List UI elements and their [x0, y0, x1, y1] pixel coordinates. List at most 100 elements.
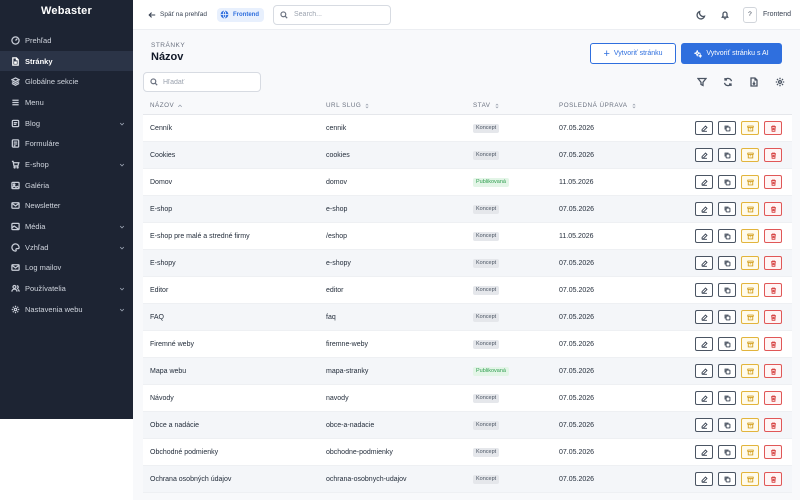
help-button[interactable]: ?	[742, 6, 757, 23]
cell-name[interactable]: Obchodné podmienky	[150, 449, 218, 456]
archive-button[interactable]	[741, 337, 759, 351]
create-page-ai-button[interactable]: Vytvoriť stránku s AI	[681, 43, 782, 64]
duplicate-button[interactable]	[718, 283, 736, 297]
duplicate-button[interactable]	[718, 391, 736, 405]
cell-name[interactable]: Domov	[150, 179, 172, 186]
theme-toggle-button[interactable]	[695, 9, 707, 21]
archive-button[interactable]	[741, 229, 759, 243]
sidebar-item-blog[interactable]: Blog	[0, 113, 133, 134]
cell-name[interactable]: E-shop	[150, 206, 172, 213]
edit-button[interactable]	[695, 364, 713, 378]
cell-name[interactable]: Cookies	[150, 152, 175, 159]
cell-name[interactable]: E-shopy	[150, 260, 176, 267]
global-search[interactable]	[272, 4, 391, 25]
archive-button[interactable]	[741, 121, 759, 135]
edit-button[interactable]	[695, 391, 713, 405]
table-row[interactable]: Cookies cookies Koncept 07.05.2026	[143, 142, 792, 169]
duplicate-button[interactable]	[718, 148, 736, 162]
delete-button[interactable]	[764, 445, 782, 459]
pages-search[interactable]	[143, 72, 261, 92]
delete-button[interactable]	[764, 364, 782, 378]
table-row[interactable]: Mapa webu mapa-stranky Publikovaná 07.05.20…	[143, 358, 792, 385]
archive-button[interactable]	[741, 310, 759, 324]
table-row[interactable]: Cenník cennik Koncept 07.05.2026	[143, 115, 792, 142]
edit-button[interactable]	[695, 229, 713, 243]
edit-button[interactable]	[695, 283, 713, 297]
edit-button[interactable]	[695, 337, 713, 351]
delete-button[interactable]	[764, 256, 782, 270]
cell-name[interactable]: Firemné weby	[150, 341, 194, 348]
sidebar-item-newsletter[interactable]: Newsletter	[0, 196, 133, 217]
edit-button[interactable]	[695, 175, 713, 189]
table-settings-button[interactable]	[774, 76, 786, 88]
table-row[interactable]: E-shop pre malé a stredné firmy/eshop Kon…	[143, 223, 792, 250]
delete-button[interactable]	[764, 229, 782, 243]
duplicate-button[interactable]	[718, 364, 736, 378]
cell-name[interactable]: Návody	[150, 395, 174, 402]
delete-button[interactable]	[764, 202, 782, 216]
table-row[interactable]: Obchodné podmienky obchodne-podmienky Konc…	[143, 439, 792, 466]
sidebar-item-formulare[interactable]: Formuláre	[0, 133, 133, 154]
archive-button[interactable]	[741, 418, 759, 432]
edit-button[interactable]	[695, 121, 713, 135]
create-page-button[interactable]: + Vytvoriť stránku	[590, 43, 676, 64]
sidebar-item-globalne-sekcie[interactable]: Globálne sekcie	[0, 71, 133, 92]
archive-button[interactable]	[741, 202, 759, 216]
cell-name[interactable]: Editor	[150, 287, 168, 294]
edit-button[interactable]	[695, 202, 713, 216]
edit-button[interactable]	[695, 310, 713, 324]
table-row[interactable]: E-shopy e-shopy Koncept 07.05.2026	[143, 250, 792, 277]
archive-button[interactable]	[741, 283, 759, 297]
delete-button[interactable]	[764, 283, 782, 297]
sidebar-item-log-mailov[interactable]: Log mailov	[0, 258, 133, 279]
sidebar-item-e-shop[interactable]: E-shop	[0, 154, 133, 175]
table-row[interactable]: Domov domov Publikovaná 11.05.2026	[143, 169, 792, 196]
archive-button[interactable]	[741, 472, 759, 486]
archive-button[interactable]	[741, 148, 759, 162]
archive-button[interactable]	[741, 364, 759, 378]
sort-by-updated[interactable]: POSLEDNÁ ÚPRAVA	[559, 102, 637, 109]
brand-logo[interactable]: Webaster	[0, 0, 133, 22]
sidebar-item-nastavenia-webu[interactable]: Nastavenia webu	[0, 299, 133, 320]
edit-button[interactable]	[695, 445, 713, 459]
sort-by-name[interactable]: NÁZOV	[150, 102, 183, 109]
duplicate-button[interactable]	[718, 445, 736, 459]
duplicate-button[interactable]	[718, 229, 736, 243]
delete-button[interactable]	[764, 472, 782, 486]
archive-button[interactable]	[741, 391, 759, 405]
delete-button[interactable]	[764, 121, 782, 135]
back-link[interactable]: Späť na prehľad	[148, 11, 207, 19]
user-menu[interactable]: Frontend	[763, 11, 791, 18]
duplicate-button[interactable]	[718, 202, 736, 216]
table-row[interactable]: Firemné weby firemne-weby Koncept 07.05.202…	[143, 331, 792, 358]
delete-button[interactable]	[764, 418, 782, 432]
refresh-button[interactable]	[722, 76, 734, 88]
sidebar-item-vzhlad[interactable]: Vzhľad	[0, 237, 133, 258]
sidebar-item-prehlad[interactable]: Prehľad	[0, 30, 133, 51]
duplicate-button[interactable]	[718, 472, 736, 486]
edit-button[interactable]	[695, 418, 713, 432]
cell-name[interactable]: Mapa webu	[150, 368, 186, 375]
table-row[interactable]: Obce a nadácie obce-a-nadacie Koncept 07.05…	[143, 412, 792, 439]
sort-by-slug[interactable]: URL SLUG	[326, 102, 370, 109]
duplicate-button[interactable]	[718, 337, 736, 351]
table-row[interactable]: E-shop e-shop Koncept 07.05.2026	[143, 196, 792, 223]
delete-button[interactable]	[764, 148, 782, 162]
table-row[interactable]: FAQ faq Koncept 07.05.2026	[143, 304, 792, 331]
table-row[interactable]: Návody navody Koncept 07.05.2026	[143, 385, 792, 412]
table-row[interactable]: Editor editor Koncept 07.05.2026	[143, 277, 792, 304]
export-button[interactable]	[748, 76, 760, 88]
duplicate-button[interactable]	[718, 310, 736, 324]
delete-button[interactable]	[764, 391, 782, 405]
duplicate-button[interactable]	[718, 121, 736, 135]
delete-button[interactable]	[764, 310, 782, 324]
duplicate-button[interactable]	[718, 175, 736, 189]
cell-name[interactable]: Ochrana osobných údajov	[150, 476, 231, 483]
notifications-button[interactable]	[719, 9, 731, 21]
edit-button[interactable]	[695, 472, 713, 486]
frontend-pill[interactable]: Frontend	[216, 7, 264, 22]
sidebar-item-galeria[interactable]: Galéria	[0, 175, 133, 196]
sidebar-item-stranky[interactable]: Stránky	[0, 50, 133, 72]
sort-by-status[interactable]: STAV	[473, 102, 500, 109]
archive-button[interactable]	[741, 445, 759, 459]
